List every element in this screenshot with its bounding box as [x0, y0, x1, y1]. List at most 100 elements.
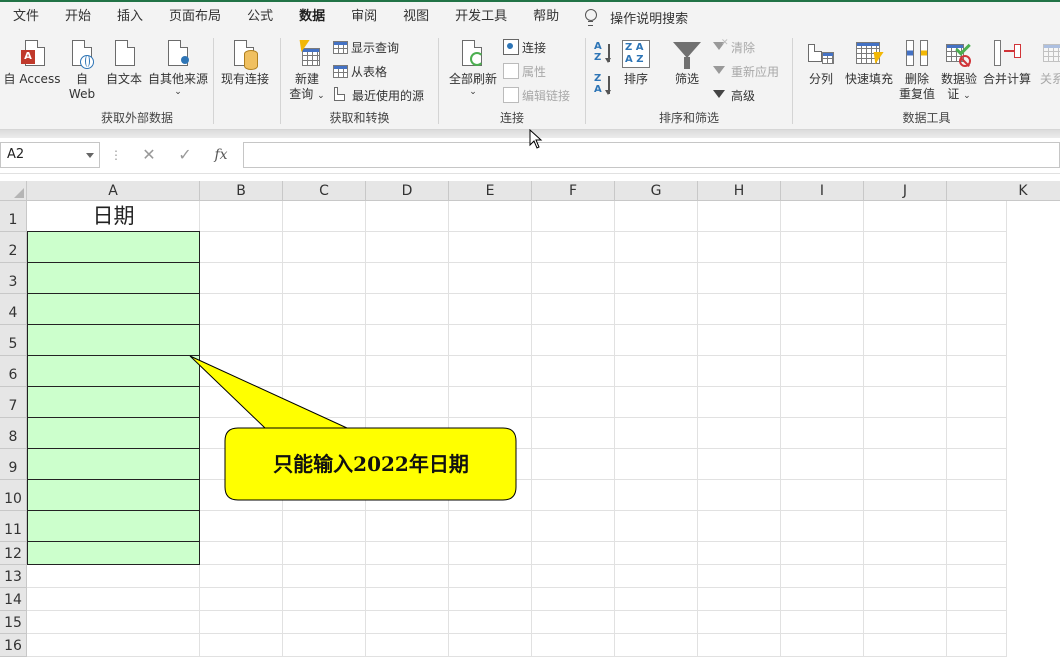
- cell-c13[interactable]: [283, 565, 366, 588]
- from-text-button[interactable]: 自文本: [104, 38, 144, 87]
- cell-e15[interactable]: [449, 611, 532, 634]
- cell-i7[interactable]: [781, 387, 864, 418]
- cell-h5[interactable]: [698, 325, 781, 356]
- row-header-9[interactable]: 9: [0, 449, 27, 480]
- flash-fill-button[interactable]: 快速填充: [843, 38, 895, 87]
- cell-k3[interactable]: [947, 263, 1007, 294]
- cell-j4[interactable]: [864, 294, 947, 325]
- cell-i15[interactable]: [781, 611, 864, 634]
- cell-i12[interactable]: [781, 542, 864, 565]
- cell-j3[interactable]: [864, 263, 947, 294]
- cell-b4[interactable]: [200, 294, 283, 325]
- cell-g10[interactable]: [615, 480, 698, 511]
- row-header-15[interactable]: 15: [0, 611, 27, 634]
- cell-a12[interactable]: [27, 541, 200, 565]
- cell-e11[interactable]: [449, 511, 532, 542]
- tell-me-search[interactable]: 操作说明搜索: [584, 2, 688, 32]
- column-header-i[interactable]: I: [781, 181, 864, 201]
- cell-a3[interactable]: [27, 262, 200, 294]
- cell-h4[interactable]: [698, 294, 781, 325]
- cell-g15[interactable]: [615, 611, 698, 634]
- cell-f16[interactable]: [532, 634, 615, 657]
- row-header-14[interactable]: 14: [0, 588, 27, 611]
- cell-k11[interactable]: [947, 511, 1007, 542]
- cell-c5[interactable]: [283, 325, 366, 356]
- cell-h11[interactable]: [698, 511, 781, 542]
- cell-a6[interactable]: [27, 355, 200, 387]
- from-access-button[interactable]: A 自 Access: [2, 38, 62, 87]
- cell-d11[interactable]: [366, 511, 449, 542]
- cell-k13[interactable]: [947, 565, 1007, 588]
- edit-links-button[interactable]: 编辑链接: [503, 85, 570, 105]
- cell-j2[interactable]: [864, 232, 947, 263]
- cell-a16[interactable]: [27, 634, 200, 657]
- cell-d13[interactable]: [366, 565, 449, 588]
- cell-i2[interactable]: [781, 232, 864, 263]
- cell-c16[interactable]: [283, 634, 366, 657]
- cell-g14[interactable]: [615, 588, 698, 611]
- cell-e13[interactable]: [449, 565, 532, 588]
- cell-j7[interactable]: [864, 387, 947, 418]
- tab-help[interactable]: 帮助: [520, 2, 572, 32]
- cell-b1[interactable]: [200, 201, 283, 232]
- sort-descending-button[interactable]: ZA: [594, 74, 617, 98]
- cell-g9[interactable]: [615, 449, 698, 480]
- refresh-all-button[interactable]: 全部刷新 ⌄: [447, 38, 499, 97]
- tab-view[interactable]: 视图: [390, 2, 442, 32]
- cell-e2[interactable]: [449, 232, 532, 263]
- cell-f3[interactable]: [532, 263, 615, 294]
- cell-f14[interactable]: [532, 588, 615, 611]
- cell-h2[interactable]: [698, 232, 781, 263]
- connections-button[interactable]: 连接: [503, 37, 546, 57]
- cell-j12[interactable]: [864, 542, 947, 565]
- cell-f6[interactable]: [532, 356, 615, 387]
- select-all-button[interactable]: [0, 181, 27, 201]
- advanced-filter-button[interactable]: 高级: [712, 85, 755, 105]
- cell-k2[interactable]: [947, 232, 1007, 263]
- tab-developer[interactable]: 开发工具: [442, 2, 520, 32]
- cell-i3[interactable]: [781, 263, 864, 294]
- column-header-a[interactable]: A: [27, 181, 200, 201]
- cell-a5[interactable]: [27, 324, 200, 356]
- cell-j10[interactable]: [864, 480, 947, 511]
- cell-h16[interactable]: [698, 634, 781, 657]
- cell-c2[interactable]: [283, 232, 366, 263]
- from-web-button[interactable]: 自 Web: [66, 38, 98, 102]
- row-header-13[interactable]: 13: [0, 565, 27, 588]
- cell-h6[interactable]: [698, 356, 781, 387]
- cell-d2[interactable]: [366, 232, 449, 263]
- cell-f10[interactable]: [532, 480, 615, 511]
- cell-k4[interactable]: [947, 294, 1007, 325]
- cell-k12[interactable]: [947, 542, 1007, 565]
- cell-c14[interactable]: [283, 588, 366, 611]
- cell-h10[interactable]: [698, 480, 781, 511]
- tab-file[interactable]: 文件: [0, 2, 52, 32]
- cell-d12[interactable]: [366, 542, 449, 565]
- column-header-c[interactable]: C: [283, 181, 366, 201]
- relationships-button[interactable]: 关系: [1035, 38, 1060, 87]
- column-header-f[interactable]: F: [532, 181, 615, 201]
- column-header-k[interactable]: K: [947, 181, 1060, 201]
- cell-b3[interactable]: [200, 263, 283, 294]
- cell-g8[interactable]: [615, 418, 698, 449]
- column-header-h[interactable]: H: [698, 181, 781, 201]
- column-header-e[interactable]: E: [449, 181, 532, 201]
- cell-j9[interactable]: [864, 449, 947, 480]
- cell-h3[interactable]: [698, 263, 781, 294]
- cell-i8[interactable]: [781, 418, 864, 449]
- cell-a7[interactable]: [27, 386, 200, 418]
- cell-e5[interactable]: [449, 325, 532, 356]
- cell-a8[interactable]: [27, 417, 200, 449]
- cell-b16[interactable]: [200, 634, 283, 657]
- enter-check-icon[interactable]: ✓: [174, 145, 196, 165]
- cell-i14[interactable]: [781, 588, 864, 611]
- cell-j16[interactable]: [864, 634, 947, 657]
- row-header-4[interactable]: 4: [0, 294, 27, 325]
- cell-d15[interactable]: [366, 611, 449, 634]
- cell-h13[interactable]: [698, 565, 781, 588]
- tab-page-layout[interactable]: 页面布局: [156, 2, 234, 32]
- cell-j5[interactable]: [864, 325, 947, 356]
- column-header-g[interactable]: G: [615, 181, 698, 201]
- cell-e3[interactable]: [449, 263, 532, 294]
- cell-g12[interactable]: [615, 542, 698, 565]
